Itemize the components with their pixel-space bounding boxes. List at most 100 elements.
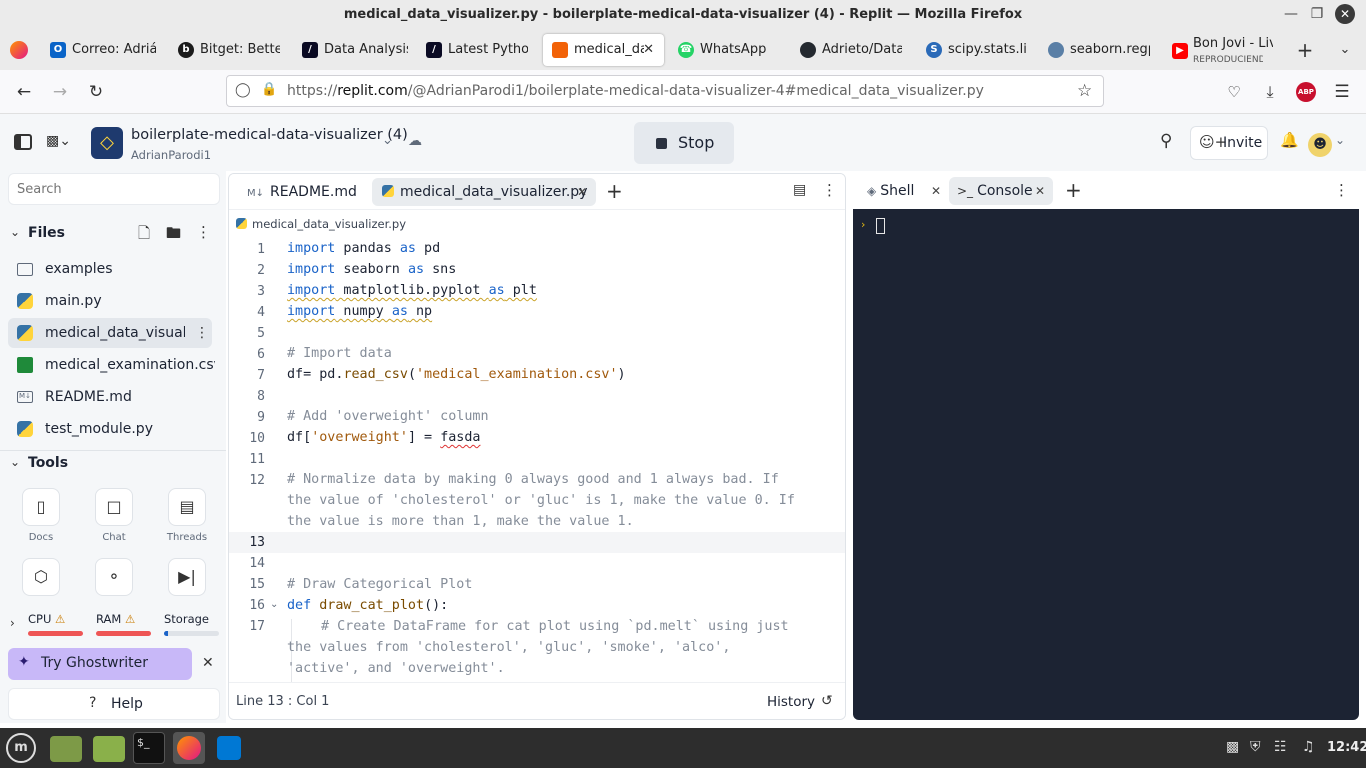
maximize-icon[interactable]: ❐ (1302, 0, 1332, 30)
terminal-icon[interactable]: $_ (133, 732, 165, 764)
tool-debugger-button[interactable]: ▶| (168, 558, 206, 596)
code-line[interactable]: import numpy as np (287, 304, 432, 319)
close-tab-icon[interactable]: ✕ (577, 178, 587, 206)
close-window-button[interactable]: ✕ (1330, 0, 1360, 30)
adblock-icon[interactable]: ABP (1296, 82, 1316, 102)
code-line[interactable]: import matplotlib.pyplot as plt (287, 283, 537, 298)
code-line[interactable]: df= pd.read_csv('medical_examination.csv… (287, 367, 626, 382)
help-button[interactable]: ? Help (8, 688, 220, 720)
download-icon[interactable]: ⤓ (1258, 80, 1282, 104)
files-section-title[interactable]: Files (28, 225, 65, 241)
browser-tab-latest-python[interactable]: /Latest Python (426, 34, 532, 66)
tool-chat-button[interactable]: □ (95, 488, 133, 526)
music-note-icon[interactable]: ♫ (1302, 739, 1315, 755)
console-tab[interactable]: >_ Console ✕ (949, 177, 1053, 205)
code-line[interactable]: # Import data (287, 346, 392, 361)
browser-tab-github[interactable]: Adrieto/Data (800, 34, 908, 66)
editor-tab-readme[interactable]: M↓ README.md (237, 178, 373, 206)
reload-icon[interactable]: ↻ (84, 80, 108, 104)
tool-docs-button[interactable]: ▯ (22, 488, 60, 526)
list-tabs-icon[interactable]: ⌄ (1334, 39, 1356, 61)
code-line[interactable]: the values from 'cholesterol', 'gluc', '… (287, 640, 730, 655)
console-output[interactable]: › (853, 209, 1359, 720)
code-line[interactable]: # Create DataFrame for cat plot using `p… (321, 619, 789, 634)
browser-tab-data-analysis[interactable]: / Data Analysis (302, 34, 414, 66)
code-line[interactable]: df['overweight'] = fasda (287, 430, 481, 445)
chevron-down-icon[interactable]: ⌄ (1335, 133, 1345, 147)
shield-icon[interactable]: ◯ (235, 82, 251, 98)
replit-menu-icon[interactable]: ▩⌄ (46, 133, 71, 149)
new-tab-icon[interactable]: + (606, 179, 623, 203)
bookmark-star-icon[interactable]: ☆ (1077, 81, 1092, 101)
browser-tab-whatsapp[interactable]: ☎ WhatsApp (678, 34, 788, 66)
stop-button[interactable]: Stop (634, 122, 734, 164)
tools-section-title[interactable]: Tools (28, 455, 68, 471)
browser-tab-bitget[interactable]: b Bitget: Better (178, 34, 284, 66)
code-line[interactable]: # Normalize data by making 0 always good… (287, 472, 779, 487)
firefox-taskbar-button[interactable] (173, 732, 205, 764)
tool-packages-button[interactable]: ⬡ (22, 558, 60, 596)
chevron-right-icon[interactable]: › (10, 616, 15, 630)
chevron-down-icon[interactable]: ⌄ (10, 225, 20, 239)
new-file-icon[interactable]: 🗋 (138, 223, 150, 248)
try-ghostwriter-button[interactable]: ✦ Try Ghostwriter (8, 648, 192, 680)
close-icon[interactable]: ✕ (202, 655, 214, 671)
close-tab-icon[interactable]: ✕ (931, 177, 941, 205)
fold-chevron-icon[interactable]: ⌄ (270, 599, 278, 610)
url-bar[interactable]: ◯ 🔒 https://replit.com/@AdrianParodi1/bo… (226, 75, 1104, 107)
network-icon[interactable]: ☷ (1274, 739, 1287, 755)
shield-icon[interactable]: ⛨ (1250, 739, 1261, 755)
sidebar-toggle-icon[interactable] (14, 134, 32, 150)
clipboard-icon[interactable]: ▩ (1226, 739, 1239, 755)
lock-icon[interactable]: 🔒 (261, 82, 277, 97)
code-line[interactable]: the value of 'cholesterol' or 'gluc' is … (287, 493, 795, 508)
shell-tab[interactable]: ◈ Shell ✕ (861, 177, 941, 205)
file-item-main-py[interactable]: main.py (8, 286, 212, 316)
repl-name[interactable]: boilerplate-medical-data-visualizer (4) (131, 127, 408, 143)
cursor-position[interactable]: Line 13 : Col 1 (236, 694, 329, 709)
folder-icon[interactable] (93, 736, 125, 762)
close-tab-icon[interactable]: ✕ (1035, 177, 1045, 205)
code-line[interactable]: # Add 'overweight' column (287, 409, 489, 424)
breadcrumb[interactable]: medical_data_visualizer.py (236, 217, 406, 231)
more-options-icon[interactable]: ⋮ (196, 223, 211, 241)
browser-tab-replit[interactable]: medical_da ✕ (543, 34, 664, 66)
new-tab-icon[interactable]: + (1294, 39, 1316, 61)
browser-tab-scipy[interactable]: Sscipy.stats.lin (926, 34, 1032, 66)
code-line[interactable]: def draw_cat_plot(): (287, 598, 448, 613)
outline-icon[interactable]: ▤ (793, 182, 806, 198)
code-line[interactable]: 'active', and 'overweight'. (287, 661, 505, 676)
search-input[interactable] (8, 173, 220, 205)
file-options-icon[interactable]: ⋮ (195, 318, 209, 348)
back-icon[interactable]: ← (12, 80, 36, 104)
close-tab-icon[interactable]: ✕ (643, 34, 654, 66)
history-icon[interactable]: ↺ (821, 693, 833, 709)
firefox-menu-icon[interactable] (10, 41, 28, 59)
hamburger-menu-icon[interactable]: ☰ (1330, 80, 1354, 104)
file-item-medical-data-visualizer[interactable]: medical_data_visual... ⋮ (8, 318, 212, 348)
search-icon[interactable]: ⚲ (1160, 131, 1172, 151)
tool-threads-button[interactable]: ▤ (168, 488, 206, 526)
cloud-sync-icon[interactable]: ☁ (408, 133, 422, 149)
vscode-icon[interactable] (213, 732, 245, 764)
more-options-icon[interactable]: ⋮ (1334, 181, 1349, 199)
file-item-medical-examination-csv[interactable]: medical_examination.csv (8, 350, 215, 380)
code-line[interactable]: the value is more than 1, make the value… (287, 514, 634, 529)
clock[interactable]: 12:42 (1327, 740, 1366, 755)
new-tab-icon[interactable]: + (1065, 178, 1082, 202)
history-button[interactable]: History (767, 694, 815, 710)
files-icon[interactable] (50, 736, 82, 762)
code-line[interactable]: import pandas as pd (287, 241, 440, 256)
browser-tab-outlook[interactable]: O Correo: Adriá (50, 34, 166, 66)
chevron-down-icon[interactable]: ⌄ (382, 133, 393, 148)
repl-owner[interactable]: AdrianParodi1 (131, 148, 211, 162)
file-item-readme[interactable]: M↓ README.md (8, 382, 212, 412)
mint-menu-icon[interactable]: m (6, 733, 36, 763)
new-folder-icon[interactable]: 🖿 (166, 223, 181, 248)
code-line[interactable]: import seaborn as sns (287, 262, 456, 277)
bell-icon[interactable]: 🔔 (1280, 131, 1299, 149)
pocket-icon[interactable]: ♡ (1222, 80, 1246, 104)
tool-git-button[interactable]: ⚬ (95, 558, 133, 596)
avatar[interactable]: ☻ (1308, 133, 1332, 157)
chevron-down-icon[interactable]: ⌄ (10, 455, 20, 469)
